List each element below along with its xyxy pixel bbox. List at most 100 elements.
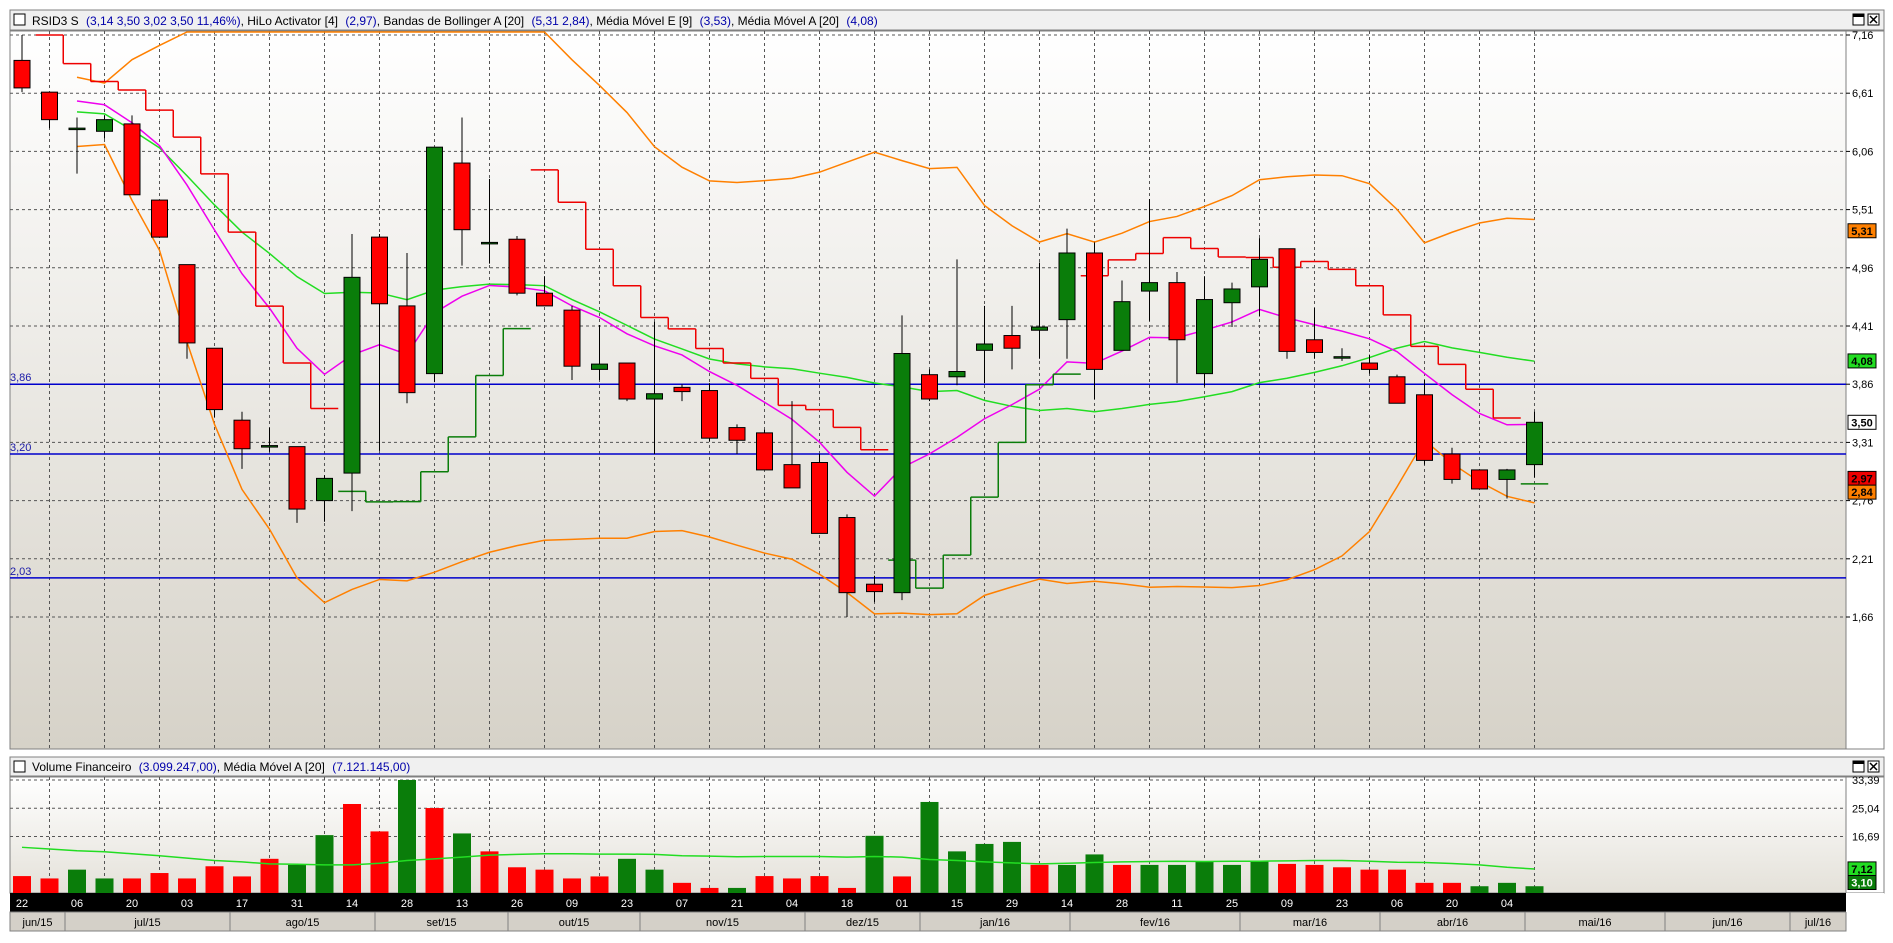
volume-bar <box>1250 861 1269 893</box>
volume-y-tick-label: 25,04 <box>1852 803 1880 815</box>
volume-bar <box>1498 882 1516 893</box>
volume-bar <box>783 878 801 893</box>
volume-bar <box>1085 854 1104 893</box>
candle-up <box>1031 326 1048 331</box>
candle-down <box>728 427 746 441</box>
date-axis-strip <box>10 893 1846 912</box>
candle-down <box>13 59 31 89</box>
volume-bar <box>1278 863 1296 893</box>
candle-up <box>1196 299 1213 375</box>
volume-bar <box>673 882 691 893</box>
volume-bar <box>920 801 939 893</box>
volume-bar <box>1058 864 1076 893</box>
date-tick-label: 14 <box>1061 898 1073 910</box>
price-maximize-icon[interactable] <box>1852 13 1865 26</box>
price-symbol: RSID3 S <box>32 14 79 28</box>
price-close-icon[interactable] <box>1867 13 1880 26</box>
date-tick-label: 31 <box>291 898 303 910</box>
candle-up <box>591 363 608 370</box>
month-label: out/15 <box>559 917 590 929</box>
price-last-value-tag: 2,97 <box>1851 473 1872 485</box>
volume-bar <box>948 851 966 893</box>
volume-title: Volume Financeiro <box>32 760 132 774</box>
volume-bar <box>645 869 664 893</box>
price-ohlc-text: (3,14 3,50 3,02 3,50 11,46%) <box>86 14 241 28</box>
month-label: jul/16 <box>1804 917 1831 929</box>
date-tick-label: 23 <box>1336 898 1348 910</box>
date-tick-label: 15 <box>951 898 963 910</box>
candle-up <box>96 119 113 132</box>
month-label: abr/16 <box>1437 917 1468 929</box>
horizontal-level-label: 3,86 <box>10 372 31 384</box>
volume-bar <box>508 867 526 893</box>
price-y-tick-label: 3,31 <box>1852 437 1873 449</box>
candle-down <box>1306 339 1323 353</box>
volume-bar <box>95 878 114 893</box>
volume-last-value-tag: 3,10 <box>1851 878 1872 890</box>
date-tick-label: 06 <box>71 898 83 910</box>
date-tick-label: 07 <box>676 898 688 910</box>
volume-close-icon[interactable] <box>1867 760 1880 773</box>
date-tick-label: 21 <box>731 898 743 910</box>
price-y-tick-label: 1,66 <box>1852 612 1873 624</box>
volume-bar <box>755 876 774 893</box>
candle-down <box>371 236 388 305</box>
candle-up <box>1333 356 1351 359</box>
month-label: fev/16 <box>1140 917 1170 929</box>
candle-up <box>316 477 333 502</box>
price-y-tick-label: 4,41 <box>1852 321 1873 333</box>
volume-bar <box>865 835 884 893</box>
candle-down <box>288 446 306 510</box>
volume-bar <box>123 878 141 893</box>
candle-down <box>1361 362 1378 370</box>
volume-bar <box>40 878 59 893</box>
price-y-tick-label: 7,16 <box>1852 30 1873 42</box>
bollinger-value: (5,31 2,84) <box>531 14 589 28</box>
volume-bar <box>1470 886 1489 893</box>
volume-bar <box>425 808 444 893</box>
volume-bar <box>728 887 746 893</box>
volume-ma-title: Média Móvel A [20] <box>223 760 324 774</box>
volume-maximize-icon[interactable] <box>1852 760 1865 773</box>
horizontal-level-label: 2,03 <box>10 566 31 578</box>
horizontal-level-label: 3,20 <box>10 442 31 454</box>
date-tick-label: 06 <box>1391 898 1403 910</box>
candle-up <box>646 393 663 400</box>
candle-up <box>893 353 911 594</box>
candle-up <box>1526 421 1543 466</box>
volume-bar <box>700 887 719 893</box>
candle-up <box>481 241 498 245</box>
candle-down <box>618 362 636 400</box>
ema9-value: (3,53) <box>700 14 731 28</box>
price-y-tick-label: 5,51 <box>1852 205 1873 217</box>
price-last-value-tag: 2,84 <box>1851 487 1873 499</box>
candle-down <box>453 162 471 231</box>
candle-down <box>756 432 773 471</box>
candle-up <box>1251 258 1268 288</box>
candle-down <box>1443 453 1461 480</box>
candle-down <box>1416 394 1433 461</box>
date-tick-label: 18 <box>841 898 853 910</box>
price-y-tick-label: 2,21 <box>1852 554 1873 566</box>
candle-down <box>838 517 856 594</box>
month-label: jun/16 <box>1712 917 1743 929</box>
price-header-icon <box>13 13 26 26</box>
volume-bar <box>893 876 911 893</box>
candle-up <box>1223 288 1241 304</box>
volume-bar <box>343 803 361 893</box>
candle-down <box>1086 252 1103 370</box>
sma20-value: (4,08) <box>846 14 877 28</box>
candle-down <box>123 123 141 196</box>
date-tick-label: 14 <box>346 898 358 910</box>
candle-down <box>921 374 938 400</box>
candle-down <box>536 292 553 307</box>
month-label: jun/15 <box>22 917 53 929</box>
candle-down <box>41 91 58 121</box>
candle-down <box>1471 469 1488 490</box>
candle-up <box>948 371 966 378</box>
candle-up <box>68 127 86 131</box>
bollinger-title: Bandas de Bollinger A [20] <box>383 14 524 28</box>
volume-bar <box>1030 864 1049 893</box>
volume-bar <box>13 876 31 893</box>
candle-down <box>563 309 581 367</box>
